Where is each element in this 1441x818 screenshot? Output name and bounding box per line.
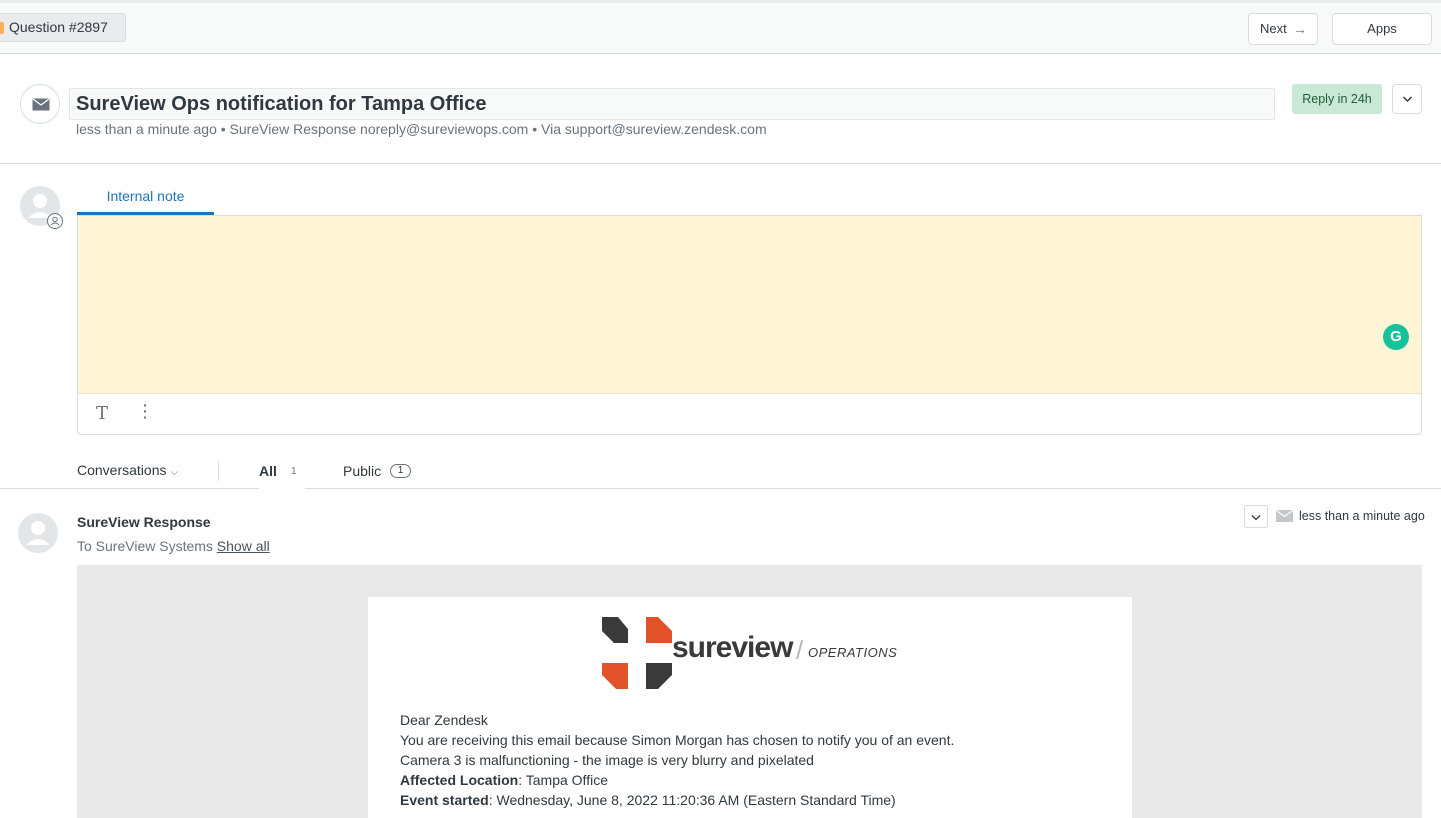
tab-all-indicator <box>259 486 305 489</box>
email-body: sureview / OPERATIONS Dear Zendesk You a… <box>77 565 1422 818</box>
ticket-subject-field[interactable]: SureView Ops notification for Tampa Offi… <box>69 88 1275 120</box>
ticket-tab-label: Question #2897 <box>9 19 108 35</box>
channel-avatar <box>20 84 60 124</box>
sureview-logo-mark <box>602 617 672 689</box>
agent-badge-icon <box>47 213 63 229</box>
email-content: Dear Zendesk You are receiving this emai… <box>400 710 954 810</box>
ticket-status-indicator <box>0 22 4 34</box>
divider <box>218 461 219 481</box>
envelope-icon <box>1276 510 1293 522</box>
ticket-header: SureView Ops notification for Tampa Offi… <box>0 54 1441 164</box>
tab-all-count: 1 <box>291 466 297 477</box>
email-line-1: You are receiving this email because Sim… <box>400 732 955 748</box>
message-author[interactable]: SureView Response <box>77 514 211 530</box>
tab-internal-note[interactable]: Internal note <box>77 180 214 215</box>
conversation-filters: Conversations ⌵ All 1 Public 1 <box>0 455 1441 489</box>
apps-button[interactable]: Apps <box>1332 13 1432 45</box>
email-event-started: Event started: Wednesday, June 8, 2022 1… <box>400 790 954 810</box>
arrow-right-icon: → <box>1293 21 1307 37</box>
ticket-options-dropdown[interactable] <box>1392 84 1422 114</box>
next-button-label: Next <box>1260 21 1287 36</box>
conversations-label: Conversations <box>77 462 167 478</box>
agent-avatar <box>20 186 63 229</box>
message-timestamp: less than a minute ago <box>1299 509 1425 523</box>
sender-avatar <box>18 513 58 553</box>
next-button[interactable]: Next → <box>1248 13 1318 45</box>
tab-public[interactable]: Public <box>343 463 381 479</box>
user-icon <box>26 521 50 545</box>
email-location: Affected Location: Tampa Office <box>400 770 954 790</box>
tab-all[interactable]: All <box>259 463 277 479</box>
apps-button-label: Apps <box>1367 21 1397 36</box>
started-label: Event started <box>400 792 489 808</box>
chevron-down-icon: ⌵ <box>170 467 179 478</box>
sureview-logo: sureview / OPERATIONS <box>602 617 902 689</box>
ticket-tab[interactable]: Question #2897 <box>0 13 126 42</box>
logo-slash: / <box>796 635 804 665</box>
comment-composer: G T ⋮ <box>77 215 1422 435</box>
message-options-dropdown[interactable] <box>1244 505 1268 528</box>
chevron-down-icon <box>1251 515 1261 521</box>
envelope-icon <box>32 98 50 111</box>
email-greeting: Dear Zendesk <box>400 712 488 728</box>
more-options-icon[interactable]: ⋮ <box>136 402 154 420</box>
internal-note-textarea[interactable]: G <box>78 216 1421 394</box>
location-label: Affected Location <box>400 772 519 788</box>
text-format-icon[interactable]: T <box>96 403 108 424</box>
show-all-link[interactable]: Show all <box>217 538 270 554</box>
logo-suffix: OPERATIONS <box>808 645 898 660</box>
tab-public-count: 1 <box>390 464 411 478</box>
ticket-meta: less than a minute ago • SureView Respon… <box>76 121 767 137</box>
started-value: : Wednesday, June 8, 2022 11:20:36 AM (E… <box>488 792 896 808</box>
grammarly-icon[interactable]: G <box>1383 324 1409 350</box>
email-line-2: Camera 3 is malfunctioning - the image i… <box>400 752 814 768</box>
recipients-text: To SureView Systems <box>77 538 213 554</box>
conversations-dropdown[interactable]: Conversations ⌵ <box>77 462 178 478</box>
message-recipients: To SureView Systems Show all <box>77 538 270 554</box>
logo-wordmark: sureview <box>672 631 793 664</box>
location-value: : Tampa Office <box>518 772 608 788</box>
top-bar: Question #2897 Next → Apps <box>0 0 1441 54</box>
email-card: sureview / OPERATIONS Dear Zendesk You a… <box>368 597 1132 818</box>
chevron-down-icon <box>1402 96 1413 103</box>
sla-badge: Reply in 24h <box>1292 84 1382 114</box>
